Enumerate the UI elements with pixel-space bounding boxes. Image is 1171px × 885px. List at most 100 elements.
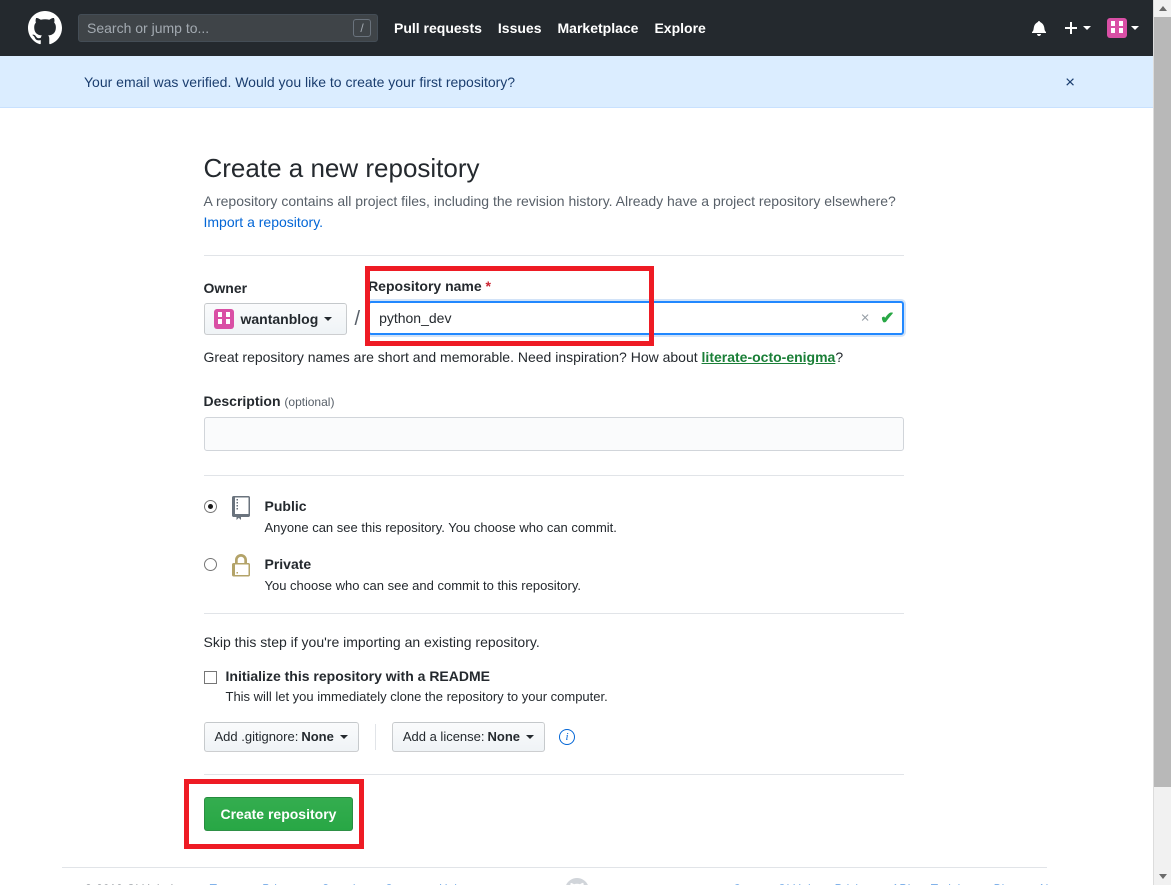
template-dropdowns: Add .gitignore: None Add a license: None… [203, 721, 904, 752]
repo-book-icon [229, 495, 255, 525]
footer-link-privacy[interactable]: Privacy [262, 882, 301, 885]
footer-link-contact-github[interactable]: Contact GitHub [733, 882, 815, 885]
description-label-text: Description [203, 392, 281, 409]
banner-message: Your email was verified. Would you like … [84, 73, 516, 90]
search-input[interactable]: Search or jump to... / [78, 14, 378, 42]
search-placeholder: Search or jump to... [87, 20, 210, 36]
license-dropdown-button[interactable]: Add a license: None [391, 721, 546, 752]
readme-option[interactable]: Initialize this repository with a README [203, 668, 904, 686]
hint-suffix: ? [835, 348, 844, 365]
create-repository-button[interactable]: Create repository [203, 796, 354, 831]
visibility-option-private[interactable]: Private You choose who can see and commi… [203, 554, 904, 596]
nav-issues[interactable]: Issues [498, 20, 542, 36]
skip-step-note: Skip this step if you're importing an ex… [203, 633, 540, 650]
owner-and-name-row: Owner wantanblog / Repository name * × ✔ [203, 265, 904, 346]
divider [203, 773, 904, 775]
footer-link-training[interactable]: Training [931, 882, 974, 885]
repository-name-label-text: Repository name [368, 277, 482, 294]
chevron-down-icon [1131, 26, 1139, 30]
visibility-private-title: Private [264, 556, 312, 573]
footer-link-terms[interactable]: Terms [210, 882, 243, 885]
description-optional-text: (optional) [284, 394, 335, 409]
owner-avatar-icon [213, 308, 234, 329]
footer-left-links: © 2019 GitHub, Inc. Terms Privacy Securi… [84, 882, 484, 885]
visibility-options: Public Anyone can see this repository. Y… [203, 495, 904, 596]
divider [203, 254, 904, 256]
hint-prefix: Great repository names are short and mem… [203, 348, 702, 365]
footer-link-blog[interactable]: Blog [994, 882, 1018, 885]
repository-name-field: Repository name * × ✔ [368, 278, 904, 335]
new-repo-form: Create a new repository A repository con… [61, 108, 1047, 868]
footer-link-security[interactable]: Security [322, 882, 365, 885]
github-mark-footer-icon [565, 877, 589, 885]
chevron-down-icon [526, 734, 535, 739]
visibility-private-description: You choose who can see and commit to thi… [264, 578, 582, 594]
visibility-private-body: Private You choose who can see and commi… [265, 554, 582, 596]
owner-name: wantanblog [240, 310, 319, 327]
nav-marketplace[interactable]: Marketplace [558, 20, 639, 36]
import-repository-link[interactable]: Import a repository. [204, 214, 324, 230]
create-repository-wrap: Create repository [183, 778, 364, 849]
nav-pull-requests[interactable]: Pull requests [394, 20, 482, 36]
header-nav: Pull requests Issues Marketplace Explore [394, 20, 722, 36]
readme-body: Initialize this repository with a README [226, 668, 490, 686]
nav-explore[interactable]: Explore [654, 20, 705, 36]
description-label: Description (optional) [204, 393, 904, 409]
readme-label: Initialize this repository with a README [225, 667, 490, 684]
repository-name-input[interactable] [368, 300, 904, 335]
header-actions [1015, 0, 1139, 56]
github-mark-icon[interactable] [28, 11, 62, 45]
radio-public[interactable] [203, 499, 217, 513]
divider [203, 612, 904, 614]
footer-link-help[interactable]: Help [439, 882, 464, 885]
avatar [1107, 18, 1127, 38]
description-input[interactable] [203, 416, 904, 451]
chevron-down-icon [1083, 26, 1091, 30]
required-asterisk: * [485, 277, 491, 294]
footer-link-status[interactable]: Status [385, 882, 419, 885]
gitignore-dropdown-button[interactable]: Add .gitignore: None [203, 721, 359, 752]
close-icon[interactable]: × [1065, 73, 1075, 90]
page-root: Search or jump to... / Pull requests Iss… [0, 0, 1153, 885]
footer-right-links: Contact GitHub Pricing API Training Blog… [713, 882, 1069, 885]
divider [203, 474, 904, 476]
user-avatar-icon[interactable] [1107, 18, 1139, 38]
plus-icon[interactable] [1063, 20, 1091, 36]
subtitle-text: A repository contains all project files,… [203, 192, 896, 209]
repository-name-hint: Great repository names are short and mem… [204, 349, 904, 365]
clear-icon[interactable]: × [861, 310, 870, 325]
page-title: Create a new repository [203, 153, 480, 183]
chevron-down-icon [339, 734, 348, 739]
vertical-scrollbar[interactable] [1153, 0, 1171, 885]
site-header: Search or jump to... / Pull requests Iss… [0, 0, 1153, 56]
visibility-public-body: Public Anyone can see this repository. Y… [265, 496, 617, 538]
readme-description: This will let you immediately clone the … [225, 688, 608, 704]
readme-checkbox[interactable] [203, 670, 217, 684]
page-subtitle: A repository contains all project files,… [204, 191, 904, 233]
gitignore-prefix: Add .gitignore: [214, 729, 299, 745]
visibility-public-description: Anyone can see this repository. You choo… [264, 519, 617, 535]
valid-check-icon: ✔ [880, 308, 895, 327]
site-footer: © 2019 GitHub, Inc. Terms Privacy Securi… [84, 868, 1069, 885]
radio-private[interactable] [203, 558, 217, 572]
repository-name-label: Repository name * [368, 278, 903, 294]
suggested-repo-name-link[interactable]: literate-octo-enigma [702, 349, 836, 365]
footer-copyright: © 2019 GitHub, Inc. [84, 882, 190, 885]
divider [374, 723, 376, 750]
search-shortcut-key: / [353, 19, 371, 37]
scroll-thumb[interactable] [1154, 17, 1171, 787]
visibility-option-public[interactable]: Public Anyone can see this repository. Y… [203, 495, 904, 538]
chevron-down-icon [324, 316, 333, 321]
scroll-down-arrow-icon[interactable] [1154, 868, 1171, 885]
footer-link-about[interactable]: About [1038, 882, 1069, 885]
owner-select-button[interactable]: wantanblog [203, 302, 347, 335]
license-value: None [487, 729, 521, 745]
owner-field: Owner wantanblog [203, 279, 347, 335]
owner-label: Owner [203, 279, 248, 296]
license-prefix: Add a license: [402, 729, 485, 745]
scroll-up-arrow-icon[interactable] [1154, 0, 1171, 17]
bell-icon[interactable] [1031, 20, 1047, 36]
footer-link-api[interactable]: API [891, 882, 910, 885]
info-circle-icon[interactable]: i [559, 728, 576, 745]
footer-link-pricing[interactable]: Pricing [835, 882, 872, 885]
